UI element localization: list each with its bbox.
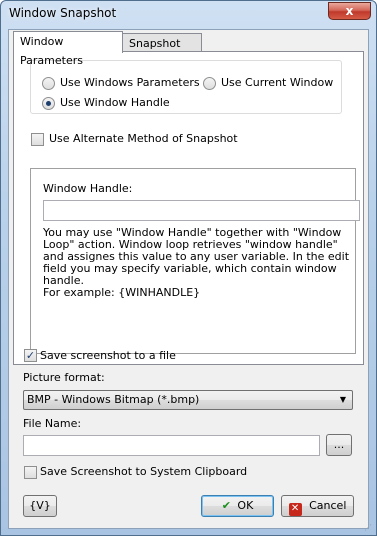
window-handle-input[interactable] <box>43 200 360 221</box>
radio-use-current-window[interactable] <box>203 77 216 90</box>
alternate-method-checkbox[interactable] <box>31 133 44 146</box>
browse-label: ... <box>333 438 345 451</box>
radio-label: Use Current Window <box>221 76 334 89</box>
radio-use-window-handle[interactable] <box>42 97 55 110</box>
checkmark-icon: ✓ <box>25 349 36 362</box>
variables-button[interactable]: {V} <box>23 495 57 517</box>
window-handle-label: Window Handle: <box>43 182 133 195</box>
picture-format-select[interactable]: BMP - Windows Bitmap (*.bmp) ▼ <box>23 390 353 410</box>
file-name-input[interactable] <box>23 435 320 456</box>
chevron-down-icon: ▼ <box>339 395 346 404</box>
tab-label: Window Parameters <box>20 35 83 67</box>
save-to-file-checkbox[interactable]: ✓ <box>24 349 37 362</box>
file-name-label: File Name: <box>23 417 82 430</box>
picture-format-value: BMP - Windows Bitmap (*.bmp) <box>27 393 200 406</box>
ok-button[interactable]: ✔ OK <box>201 495 274 517</box>
cancel-button[interactable]: ✕ Cancel <box>281 495 354 517</box>
save-to-file-label: Save screenshot to a file <box>40 349 176 362</box>
ok-label: OK <box>237 499 254 512</box>
radio-label: Use Window Handle <box>60 96 170 109</box>
close-icon: x <box>345 4 354 18</box>
radio-label: Use Windows Parameters <box>60 76 200 89</box>
dialog-window: Window Snapshot x Window Parameters Snap… <box>0 0 377 536</box>
close-button[interactable]: x <box>328 2 371 20</box>
alternate-method-label: Use Alternate Method of Snapshot <box>49 132 238 145</box>
title-bar[interactable]: Window Snapshot x <box>1 1 376 28</box>
checkmark-icon: ✔ <box>221 499 231 512</box>
tab-window-parameters[interactable]: Window Parameters <box>13 31 123 67</box>
tab-snapshot-area[interactable]: Snapshot Area <box>122 33 202 69</box>
cancel-icon: ✕ <box>288 503 302 516</box>
variables-label: {V} <box>29 499 51 512</box>
window-title: Window Snapshot <box>9 6 117 20</box>
browse-button[interactable]: ... <box>326 434 352 456</box>
save-to-clipboard-label: Save Screenshot to System Clipboard <box>40 465 248 478</box>
cancel-label: Cancel <box>309 499 347 512</box>
picture-format-label: Picture format: <box>23 371 105 384</box>
radio-use-windows-parameters[interactable] <box>42 77 55 90</box>
window-handle-help-text: You may use "Window Handle" together wit… <box>43 226 350 299</box>
window-handle-group: Window Handle: You may use "Window Handl… <box>30 168 360 354</box>
resize-grip-icon[interactable]: ⋰ <box>364 523 374 533</box>
save-to-clipboard-checkbox[interactable] <box>24 466 37 479</box>
tab-panel-window-parameters: Use Windows Parameters Use Current Windo… <box>13 51 364 365</box>
dialog-client-area: Window Parameters Snapshot Area Use Wind… <box>8 29 369 529</box>
